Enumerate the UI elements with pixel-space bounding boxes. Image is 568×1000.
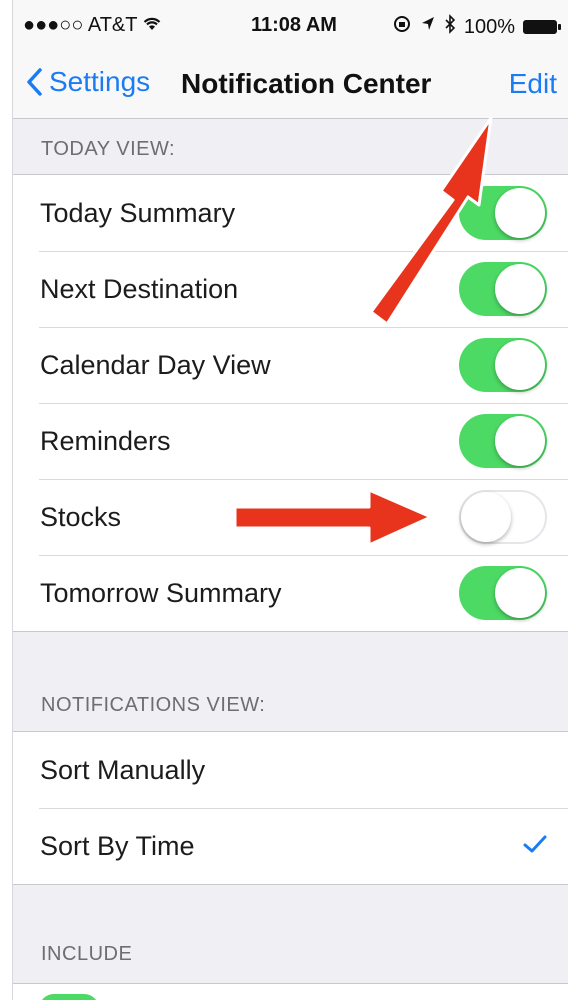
next-destination-toggle[interactable]: [459, 262, 547, 316]
today-view-group: Today Summary Next Destination Calendar …: [13, 174, 568, 632]
checkmark-icon: [523, 835, 547, 853]
row-label: Calendar Day View: [40, 349, 271, 380]
settings-screen: ●●●○○ AT&T 11:08 AM 100% Settings Notifi…: [12, 0, 568, 1000]
chevron-left-icon: [27, 68, 42, 96]
page-title: Notification Center: [181, 68, 432, 99]
row-label: Reminders: [40, 425, 171, 456]
battery-percent: 100%: [463, 15, 515, 38]
status-bar: ●●●○○ AT&T 11:08 AM 100%: [13, 0, 568, 52]
edit-button[interactable]: Edit: [509, 68, 557, 100]
include-group: [13, 983, 568, 1000]
bluetooth-icon: [444, 14, 456, 40]
location-icon: [420, 15, 436, 39]
row-label: Next Destination: [40, 273, 239, 304]
back-button-label: Settings: [49, 66, 151, 97]
include-item-icon: [39, 994, 99, 1000]
row-label: Stocks: [40, 501, 122, 532]
notifications-view-group: Sort Manually Sort By Time: [13, 731, 568, 885]
today-view-header: TODAY VIEW:: [41, 138, 176, 160]
carrier-label: ●●●○○ AT&T: [23, 14, 138, 36]
wifi-icon: [141, 14, 163, 37]
navigation-bar: Settings Notification Center Edit: [13, 52, 568, 119]
calendar-day-view-toggle[interactable]: [459, 338, 547, 392]
row-today-summary[interactable]: Today Summary: [13, 175, 568, 251]
row-next-destination[interactable]: Next Destination: [13, 251, 568, 327]
today-summary-toggle[interactable]: [459, 186, 547, 240]
row-reminders[interactable]: Reminders: [13, 403, 568, 479]
include-header: INCLUDE: [41, 943, 133, 965]
orientation-lock-icon: [392, 14, 412, 40]
back-button[interactable]: Settings: [25, 66, 150, 98]
row-tomorrow-summary[interactable]: Tomorrow Summary: [13, 555, 568, 631]
reminders-toggle[interactable]: [459, 414, 547, 468]
stocks-toggle[interactable]: [459, 490, 547, 544]
notifications-view-header: NOTIFICATIONS VIEW:: [41, 694, 266, 716]
row-sort-manually[interactable]: Sort Manually: [13, 732, 568, 808]
row-sort-by-time[interactable]: Sort By Time: [13, 808, 568, 884]
row-label: Sort Manually: [40, 754, 206, 785]
clock: 11:08 AM: [251, 14, 337, 36]
row-stocks[interactable]: Stocks: [13, 479, 568, 555]
row-label: Sort By Time: [40, 830, 195, 861]
tomorrow-summary-toggle[interactable]: [459, 566, 547, 620]
row-label: Tomorrow Summary: [40, 577, 282, 608]
row-label: Today Summary: [40, 197, 236, 228]
battery-icon: [523, 20, 561, 34]
row-calendar-day-view[interactable]: Calendar Day View: [13, 327, 568, 403]
